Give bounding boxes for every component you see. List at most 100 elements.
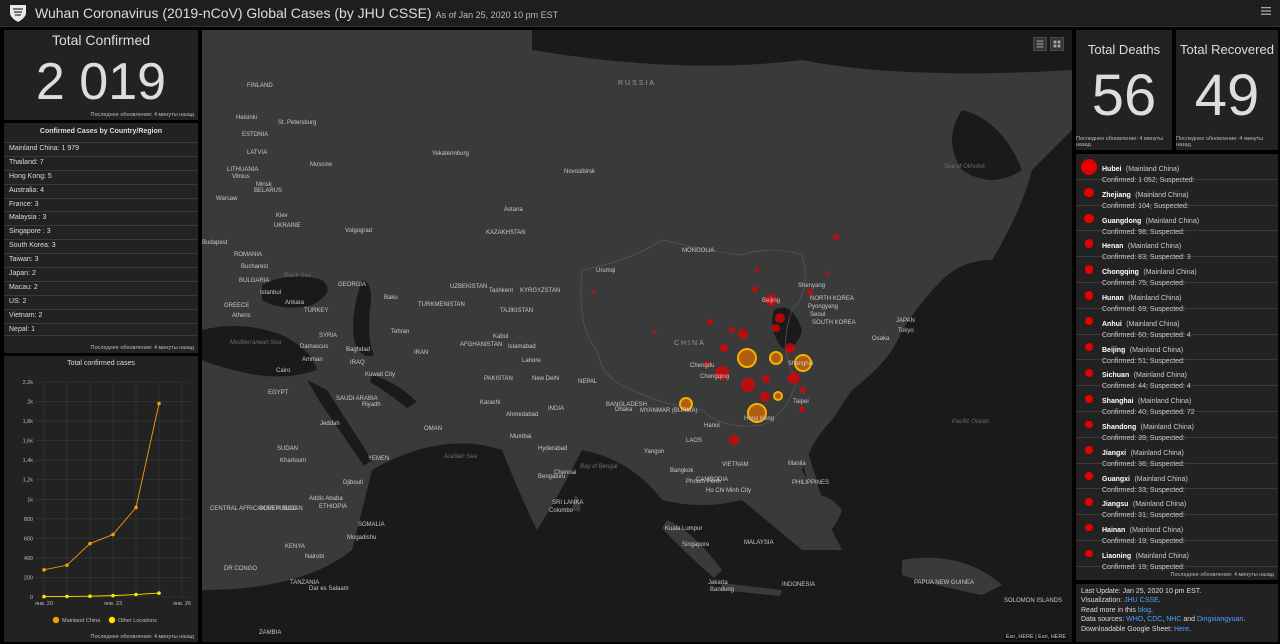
case-bubble[interactable] (760, 392, 770, 402)
case-bubble[interactable] (773, 391, 783, 401)
confirmed-cases-chart: 0 200 400 600 800 1k 1,2k 1,4k 1,6k 1,8k 2k 2,2k янв… (23, 380, 191, 624)
country-item[interactable]: Japan: 2 (4, 267, 198, 281)
list-view-icon[interactable] (1033, 37, 1047, 51)
case-bubble[interactable] (707, 319, 713, 325)
case-bubble[interactable] (591, 290, 595, 294)
case-bubble[interactable] (653, 330, 657, 334)
province-item[interactable]: Guangdong (Mainland China) Confirmed: 98;… (1076, 206, 1278, 236)
province-item[interactable]: Liaoning (Mainland China) Confirmed: 19; … (1076, 541, 1278, 571)
province-list: Hubei (Mainland China) Confirmed: 1 052; … (1076, 154, 1278, 571)
province-item[interactable]: Shanghai (Mainland China) Confirmed: 40; … (1076, 386, 1278, 416)
cdc-link[interactable]: CDC (1147, 616, 1162, 623)
case-bubble[interactable] (729, 327, 735, 333)
data-point[interactable] (134, 505, 138, 510)
case-bubble[interactable] (720, 344, 728, 352)
data-point[interactable] (42, 594, 46, 599)
case-bubble[interactable] (825, 271, 829, 275)
data-point[interactable] (65, 563, 69, 567)
case-bubble[interactable] (807, 289, 813, 295)
case-bubble[interactable] (775, 313, 785, 323)
country-item[interactable]: Hong Kong: 5 (4, 169, 198, 184)
data-point[interactable] (157, 591, 161, 595)
country-item[interactable]: Malaysia : 3 (4, 211, 198, 225)
world-map[interactable]: RUSSIA CHINA FINLAND Helsinki St. Petersburg… (202, 30, 1072, 642)
country-item[interactable]: Vietnam: 2 (4, 308, 198, 323)
data-point[interactable] (111, 532, 115, 537)
country-item[interactable]: South Korea: 3 (4, 239, 198, 253)
map-attribution[interactable]: Esri, HERE | Esri, HERE (1003, 634, 1068, 640)
province-item[interactable]: Hubei (Mainland China) Confirmed: 1 052; … (1076, 154, 1278, 184)
who-link[interactable]: WHO (1126, 616, 1143, 623)
province-item[interactable]: Jiangxi (Mainland China) Confirmed: 36; S… (1076, 438, 1278, 468)
map-label: Riyadh (362, 402, 381, 408)
province-region: (Mainland China) (1135, 191, 1189, 199)
map-label: SOUTH KOREA (812, 320, 856, 326)
map-label: Arabian Sea (444, 454, 478, 460)
data-point[interactable] (65, 594, 69, 599)
country-item[interactable]: Mainland China: 1 979 (4, 142, 198, 156)
province-item[interactable]: Beijing (Mainland China) Confirmed: 51; S… (1076, 335, 1278, 365)
map-label: Tehran (391, 329, 410, 335)
case-bubble[interactable] (799, 406, 805, 412)
data-point[interactable] (88, 594, 92, 599)
y-tick-label: 1,6k (23, 439, 34, 445)
case-bubble[interactable] (762, 375, 770, 383)
map-label: KAZAKHSTAN (486, 230, 526, 236)
case-bubble[interactable] (729, 435, 739, 445)
blog-link[interactable]: blog (1138, 607, 1151, 614)
case-bubble[interactable] (738, 329, 748, 339)
case-bubble[interactable] (833, 234, 839, 240)
nhc-link[interactable]: NHC (1166, 616, 1181, 623)
province-item[interactable]: Jiangsu (Mainland China) Confirmed: 31; S… (1076, 489, 1278, 519)
province-item[interactable]: Henan (Mainland China) Confirmed: 83; Sus… (1076, 231, 1278, 261)
province-item[interactable]: Hainan (Mainland China) Confirmed: 19; Su… (1076, 515, 1278, 545)
map-label: LITHUANIA (227, 167, 259, 173)
country-item[interactable]: France: 3 (4, 197, 198, 212)
map-label: KENYA (285, 544, 305, 550)
legend-label: Other Locations (118, 618, 157, 624)
map-label: Ho Chi Minh City (706, 488, 752, 494)
province-item[interactable]: Guangxi (Mainland China) Confirmed: 33; S… (1076, 464, 1278, 494)
case-bubble[interactable] (800, 387, 806, 393)
country-item[interactable]: US: 2 (4, 294, 198, 309)
data-point[interactable] (42, 568, 46, 572)
province-item[interactable]: Sichuan (Mainland China) Confirmed: 44; S… (1076, 360, 1278, 390)
case-bubble[interactable] (772, 324, 780, 332)
data-point[interactable] (157, 401, 161, 406)
map-label: PAPUA NEW GUINEA (914, 580, 974, 586)
province-name: Henan (1102, 243, 1124, 251)
country-item[interactable]: Taiwan: 3 (4, 253, 198, 267)
province-item[interactable]: Shandong (Mainland China) Confirmed: 39; … (1076, 412, 1278, 442)
header-bar: Wuhan Coronavirus (2019-nCoV) Global Cas… (0, 0, 1280, 27)
data-point[interactable] (111, 593, 115, 598)
country-item[interactable]: Macau: 2 (4, 280, 198, 295)
country-item[interactable]: Nepal: 1 (4, 322, 198, 337)
province-item[interactable]: Chongqing (Mainland China) Confirmed: 75;… (1076, 257, 1278, 287)
province-item[interactable]: Anhui (Mainland China) Confirmed: 60; Sus… (1076, 309, 1278, 339)
grid-view-icon[interactable] (1050, 37, 1064, 51)
data-point[interactable] (134, 592, 138, 597)
province-item[interactable]: Zhejiang (Mainland China) Confirmed: 104;… (1076, 180, 1278, 210)
province-item[interactable]: Hunan (Mainland China) Confirmed: 69; Sus… (1076, 283, 1278, 313)
map-label: CENTRAL AFRICAN REPUBLIC (210, 506, 298, 512)
map-label: CHINA (674, 340, 706, 347)
map-label: UKRAINE (274, 223, 301, 229)
case-bubble[interactable] (755, 268, 759, 272)
dingxiangyuan-link[interactable]: Dingxiangyuan (1197, 616, 1243, 623)
country-item[interactable]: Australia: 4 (4, 183, 198, 198)
jhu-csse-link[interactable]: JHU CSSE (1124, 597, 1159, 604)
data-point[interactable] (88, 541, 92, 546)
case-bubble[interactable] (752, 286, 758, 292)
map-label: Novosibirsk (564, 169, 596, 175)
case-bubble[interactable] (741, 378, 755, 392)
country-item[interactable]: Thailand: 7 (4, 155, 198, 170)
google-sheet-link[interactable]: Here (1174, 626, 1189, 633)
map-label: Chongqing (700, 374, 730, 380)
case-bubble[interactable] (785, 343, 795, 353)
case-bubble[interactable] (788, 372, 800, 384)
hamburger-menu-icon[interactable] (1261, 5, 1271, 17)
case-bubble[interactable] (769, 351, 783, 365)
province-region: (Mainland China) (1125, 166, 1180, 173)
country-item[interactable]: Singapore : 3 (4, 225, 198, 239)
case-bubble[interactable] (737, 348, 757, 368)
